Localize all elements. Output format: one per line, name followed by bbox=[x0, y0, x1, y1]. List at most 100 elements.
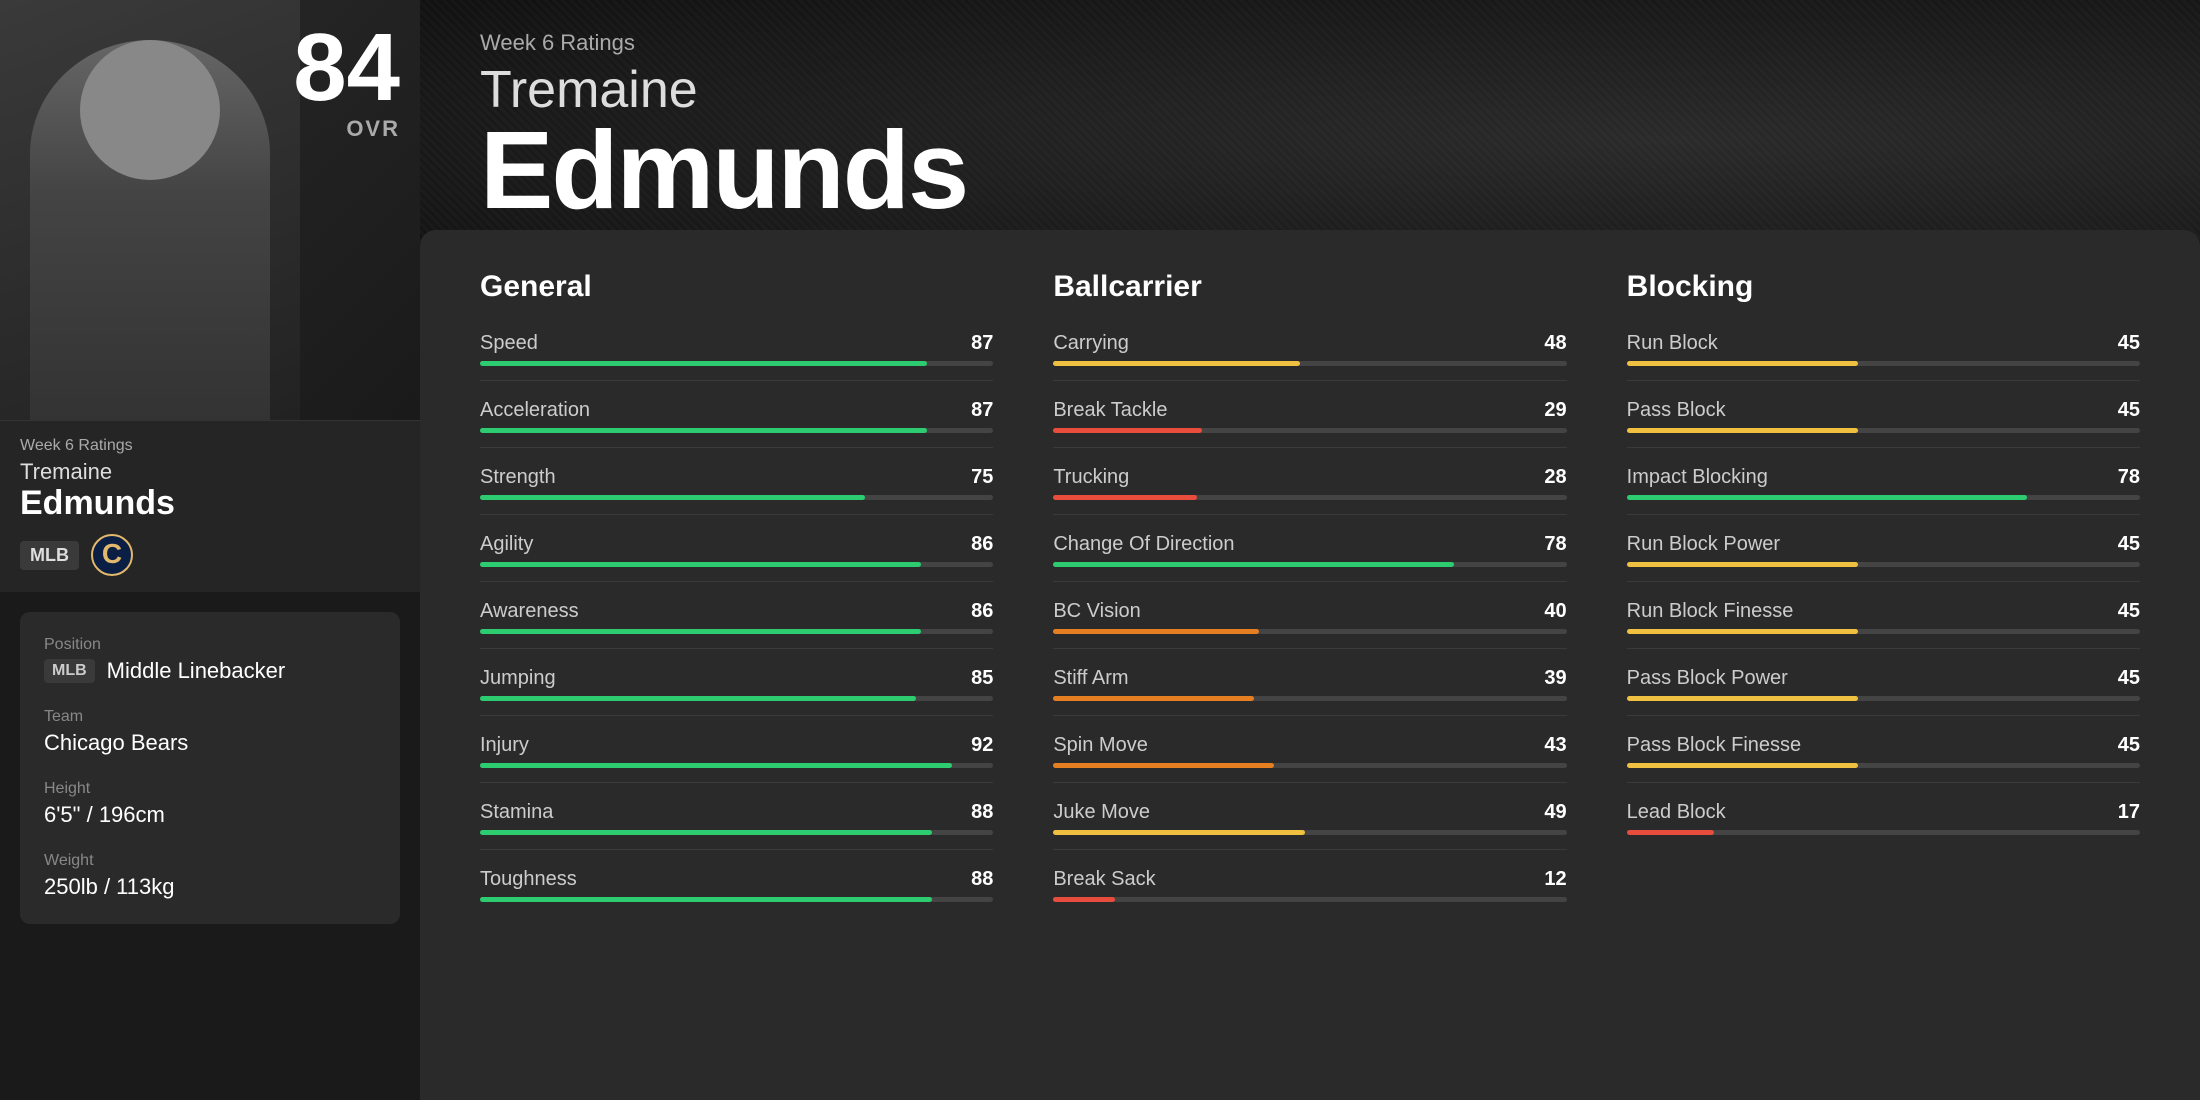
general-title: General bbox=[480, 270, 993, 304]
stat-bar-fill bbox=[1053, 495, 1197, 500]
stat-bar-background bbox=[480, 428, 993, 433]
stat-name: Run Block Finesse bbox=[1627, 600, 1794, 623]
stat-value: 88 bbox=[963, 801, 993, 824]
stat-value: 86 bbox=[963, 600, 993, 623]
general-stats-list: Speed87Acceleration87Strength75Agility86… bbox=[480, 332, 993, 916]
stat-bar-fill bbox=[1627, 763, 1858, 768]
position-badge-small: MLB bbox=[20, 541, 79, 570]
stat-bar-fill bbox=[480, 629, 921, 634]
stat-value: 48 bbox=[1537, 332, 1567, 355]
height-value: 6'5" / 196cm bbox=[44, 802, 376, 828]
stat-name-value-row: Pass Block Finesse45 bbox=[1627, 734, 2140, 757]
stat-bar-background bbox=[480, 562, 993, 567]
stat-name: Jumping bbox=[480, 667, 556, 690]
blocking-title: Blocking bbox=[1627, 270, 2140, 304]
stat-name-value-row: Pass Block Power45 bbox=[1627, 667, 2140, 690]
stat-name: Carrying bbox=[1053, 332, 1129, 355]
stat-name-value-row: Jumping85 bbox=[480, 667, 993, 690]
team-section: Team Chicago Bears bbox=[44, 708, 376, 756]
stat-row: Carrying 48 bbox=[1053, 332, 1566, 381]
stat-value: 78 bbox=[2110, 466, 2140, 489]
stat-bar-fill bbox=[1627, 495, 2027, 500]
stat-bar-background bbox=[1053, 495, 1566, 500]
week-label-hero: Week 6 Ratings bbox=[480, 30, 2140, 56]
stat-name-value-row: Break Tackle29 bbox=[1053, 399, 1566, 422]
stat-bar-fill bbox=[1627, 629, 1858, 634]
team-label: Team bbox=[44, 708, 376, 726]
stat-value: 88 bbox=[963, 868, 993, 891]
stat-row: Pass Block Finesse45 bbox=[1627, 734, 2140, 783]
ovr-badge: 84 OVR bbox=[293, 20, 400, 142]
stat-bar-background bbox=[1627, 428, 2140, 433]
stat-row: BC Vision 40 bbox=[1053, 600, 1566, 649]
position-full-info: Middle Linebacker bbox=[107, 658, 286, 684]
ballcarrier-stats-list: Carrying 48 Break Tackle29 Trucking28 Change… bbox=[1053, 332, 1566, 916]
stat-bar-fill bbox=[480, 361, 927, 366]
stat-bar-background bbox=[1053, 763, 1566, 768]
stat-value: 75 bbox=[963, 466, 993, 489]
stat-value: 17 bbox=[2110, 801, 2140, 824]
stat-name: Spin Move bbox=[1053, 734, 1148, 757]
stat-name: Pass Block bbox=[1627, 399, 1726, 422]
stat-row: Change Of Direction78 bbox=[1053, 533, 1566, 582]
general-column: General Speed87Acceleration87Strength75A… bbox=[480, 270, 993, 934]
stat-name-value-row: Impact Blocking 78 bbox=[1627, 466, 2140, 489]
player-card-bottom: Week 6 Ratings Tremaine Edmunds MLB C bbox=[0, 420, 420, 592]
position-team-row: MLB C bbox=[20, 534, 400, 576]
player-lastname-hero: Edmunds bbox=[480, 116, 2140, 226]
stat-bar-background bbox=[1053, 562, 1566, 567]
stat-bar-fill bbox=[1053, 763, 1274, 768]
stat-name-value-row: Run Block Finesse 45 bbox=[1627, 600, 2140, 623]
stat-row: Impact Blocking 78 bbox=[1627, 466, 2140, 515]
stat-name-value-row: Break Sack12 bbox=[1053, 868, 1566, 891]
stat-name-value-row: Awareness 86 bbox=[480, 600, 993, 623]
stat-bar-background bbox=[1627, 696, 2140, 701]
stat-row: Run Block Finesse 45 bbox=[1627, 600, 2140, 649]
weight-section: Weight 250lb / 113kg bbox=[44, 852, 376, 900]
height-section: Height 6'5" / 196cm bbox=[44, 780, 376, 828]
stat-value: 87 bbox=[963, 399, 993, 422]
stat-bar-background bbox=[480, 696, 993, 701]
stat-value: 40 bbox=[1537, 600, 1567, 623]
stat-name-value-row: Speed87 bbox=[480, 332, 993, 355]
ovr-number: 84 bbox=[293, 20, 400, 116]
stat-value: 86 bbox=[963, 533, 993, 556]
stat-bar-background bbox=[1627, 763, 2140, 768]
stat-row: Stamina88 bbox=[480, 801, 993, 850]
stat-bar-fill bbox=[480, 830, 932, 835]
stat-bar-background bbox=[480, 495, 993, 500]
stat-bar-fill bbox=[1053, 428, 1202, 433]
stat-name: BC Vision bbox=[1053, 600, 1140, 623]
stat-name-value-row: Pass Block 45 bbox=[1627, 399, 2140, 422]
position-label: Position bbox=[44, 636, 376, 654]
weight-label: Weight bbox=[44, 852, 376, 870]
stat-name: Pass Block Power bbox=[1627, 667, 1788, 690]
stat-row: Trucking28 bbox=[1053, 466, 1566, 515]
stat-bar-background bbox=[1053, 629, 1566, 634]
position-section: Position MLB Middle Linebacker bbox=[44, 636, 376, 684]
stat-bar-background bbox=[1627, 361, 2140, 366]
player-firstname-small: Tremaine bbox=[20, 459, 400, 485]
stat-name-value-row: Lead Block17 bbox=[1627, 801, 2140, 824]
stat-name: Awareness bbox=[480, 600, 579, 623]
stat-bar-fill bbox=[480, 428, 927, 433]
stat-row: Spin Move43 bbox=[1053, 734, 1566, 783]
stat-value: 45 bbox=[2110, 600, 2140, 623]
stat-value: 45 bbox=[2110, 399, 2140, 422]
stat-row: Awareness 86 bbox=[480, 600, 993, 649]
stat-name-value-row: Injury92 bbox=[480, 734, 993, 757]
stat-bar-background bbox=[1627, 830, 2140, 835]
stat-name-value-row: Carrying 48 bbox=[1053, 332, 1566, 355]
stat-row: Juke Move49 bbox=[1053, 801, 1566, 850]
stat-name: Acceleration bbox=[480, 399, 590, 422]
stat-name: Impact Blocking bbox=[1627, 466, 1768, 489]
stat-bar-fill bbox=[480, 495, 865, 500]
stat-bar-background bbox=[1627, 562, 2140, 567]
stat-name: Break Tackle bbox=[1053, 399, 1167, 422]
stat-row: Pass Block 45 bbox=[1627, 399, 2140, 448]
stat-bar-background bbox=[1627, 629, 2140, 634]
stat-bar-background bbox=[1053, 830, 1566, 835]
week-label-small: Week 6 Ratings bbox=[20, 437, 400, 455]
stat-bar-fill bbox=[1053, 361, 1299, 366]
stat-bar-fill bbox=[1053, 897, 1115, 902]
